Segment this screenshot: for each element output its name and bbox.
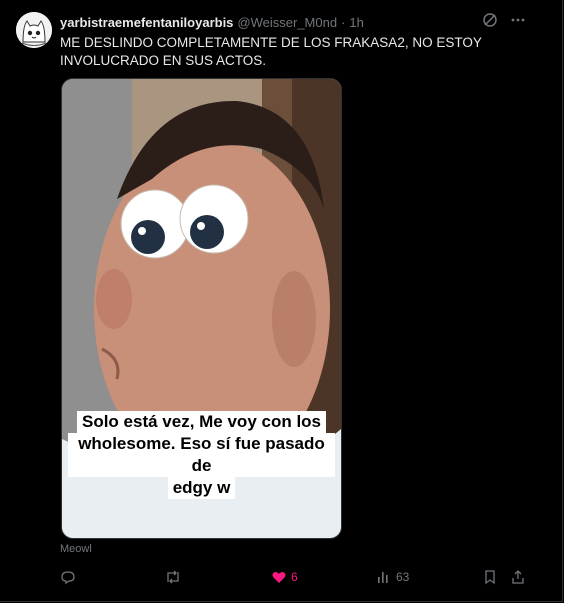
tweet-media-image[interactable]: Solo está vez, Me voy con los wholesome.…: [61, 78, 342, 539]
meme-caption: Solo está vez, Me voy con los wholesome.…: [68, 411, 335, 499]
cat-avatar-icon: [16, 12, 52, 48]
share-icon: [512, 570, 524, 584]
like-button[interactable]: 6: [271, 566, 298, 588]
heart-icon: [272, 572, 286, 583]
reply-button[interactable]: [60, 566, 80, 588]
timestamp[interactable]: 1h: [349, 15, 363, 30]
grok-icon[interactable]: [482, 12, 498, 33]
caption-line: Solo está vez, Me voy con los: [76, 411, 327, 433]
tweet-text: ME DESLINDO COMPLETAMENTE DE LOS FRAKASA…: [60, 35, 482, 68]
bookmark-button[interactable]: [482, 566, 498, 588]
display-name[interactable]: yarbistraemefentaniloyarbis: [60, 15, 233, 30]
user-handle[interactable]: @Weisser_M0nd: [237, 15, 337, 30]
avatar[interactable]: [16, 12, 52, 48]
more-icon[interactable]: [510, 12, 526, 33]
media-source-label[interactable]: Meowl: [60, 543, 92, 555]
like-count: 6: [291, 570, 298, 584]
repost-button[interactable]: [164, 566, 186, 588]
tweet-top-actions: [482, 12, 526, 33]
views-icon: [378, 572, 388, 583]
tweet-action-bar: 6 63: [60, 566, 530, 588]
tweet-container: yarbistraemefentaniloyarbis @Weisser_M0n…: [0, 0, 563, 602]
share-button[interactable]: [510, 566, 526, 588]
views-count: 63: [396, 570, 410, 584]
tweet-header: yarbistraemefentaniloyarbis @Weisser_M0n…: [60, 13, 480, 31]
repost-icon: [167, 570, 179, 584]
views-button[interactable]: 63: [376, 566, 409, 588]
separator-dot: ·: [341, 14, 346, 30]
bookmark-icon: [485, 570, 495, 585]
reply-icon: [61, 571, 75, 585]
caption-line: wholesome. Eso sí fue pasado de: [68, 433, 335, 477]
caption-line: edgy w: [167, 477, 236, 499]
